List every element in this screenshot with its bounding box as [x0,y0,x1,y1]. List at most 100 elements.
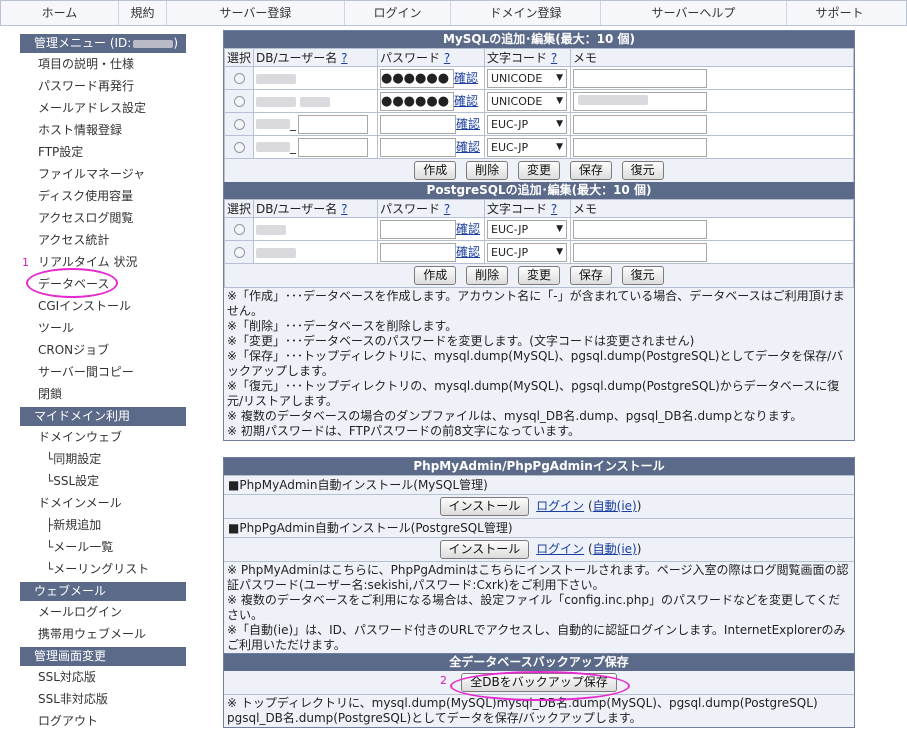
help-db-user[interactable]: ? [341,51,347,65]
row-radio[interactable] [233,96,245,107]
confirm-link[interactable]: 確認 [454,94,478,108]
charset-select[interactable]: UNICODE ▼ [487,91,567,111]
sidebar-item-ssl-version[interactable]: SSL対応版 [20,666,186,688]
charset-select[interactable]: EUC-JP ▼ [487,114,567,134]
help-password[interactable]: ? [444,202,450,216]
sidebar-item-domain-mail[interactable]: ドメインメール [20,492,186,514]
sidebar-item-close[interactable]: 閉鎖 [20,383,186,405]
memo-input[interactable] [573,219,707,239]
password-input[interactable] [380,219,456,239]
memo-input[interactable] [573,242,707,262]
charset-select[interactable]: EUC-JP ▼ [487,219,567,239]
sidebar-item-mobile-webmail[interactable]: 携帯用ウェブメール [20,623,186,645]
note: ※「変更」･･･データベースのパスワードを変更します。(文字コードは変更されませ… [227,334,695,348]
phpmyadmin-install-button[interactable]: インストール [439,497,530,516]
pg-save-button[interactable]: 保存 [569,266,612,285]
phpmyadmin-login-link[interactable]: ログイン [536,499,584,513]
confirm-link[interactable]: 確認 [456,117,480,131]
password-input[interactable] [380,137,456,157]
sidebar-item-domain-web[interactable]: ドメインウェブ [20,426,186,448]
nav-login[interactable]: ログイン [345,1,451,25]
postgres-title: PostgreSQLの追加･編集(最大：10 個) [224,182,854,199]
mysql-save-button[interactable]: 保存 [569,161,612,180]
memo-input[interactable] [573,68,707,88]
sidebar-item-logout[interactable]: ログアウト [20,710,186,732]
sidebar-item-nonssl-version[interactable]: SSL非対応版 [20,688,186,710]
sidebar-item-access-stats[interactable]: アクセス統計 [20,229,186,251]
sidebar-item-password-reissue[interactable]: パスワード再発行 [20,75,186,97]
sidebar-item-new-mail[interactable]: ├新規追加 [20,514,186,536]
sidebar-item-cgi-install[interactable]: CGIインストール [20,295,186,317]
help-password[interactable]: ? [444,51,450,65]
memo-input[interactable] [573,91,707,111]
row-radio[interactable] [233,119,245,130]
col-password: パスワード ? [377,48,485,67]
sidebar-item-ssl[interactable]: └SSL設定 [20,470,186,492]
confirm-link[interactable]: 確認 [456,140,480,154]
nav-support[interactable]: サポート [787,1,892,25]
pg-restore-button[interactable]: 復元 [621,266,664,285]
sidebar-item-mail-address[interactable]: メールアドレス設定 [20,97,186,119]
mysql-change-button[interactable]: 変更 [517,161,560,180]
memo-input[interactable] [573,114,707,134]
password-field[interactable]: ●●●●●● [380,91,454,111]
help-db-user[interactable]: ? [341,202,347,216]
chevron-down-icon: ▼ [556,141,563,152]
row-radio[interactable] [233,142,245,153]
table-row: _ 確認 EUC-JP ▼ [224,135,854,159]
confirm-link[interactable]: 確認 [456,222,480,236]
memo-input[interactable] [573,137,707,157]
help-charset[interactable]: ? [551,202,557,216]
row-radio[interactable] [233,73,245,84]
charset-select[interactable]: EUC-JP ▼ [487,137,567,157]
nav-domain-register[interactable]: ドメイン登録 [451,1,601,25]
sidebar-item-access-log[interactable]: アクセスログ閲覧 [20,207,186,229]
sidebar-item-tools[interactable]: ツール [20,317,186,339]
phpmyadmin-actions: インストール ログイン (自動(ie)) [224,494,854,518]
chevron-down-icon: ▼ [556,95,563,106]
pg-change-button[interactable]: 変更 [517,266,560,285]
phppgadmin-install-button[interactable]: インストール [439,540,530,559]
mysql-delete-button[interactable]: 削除 [466,161,509,180]
sidebar-item-cron[interactable]: CRONジョブ [20,339,186,361]
password-input[interactable] [380,242,456,262]
phppgadmin-subhead: ■PhpPgAdmin自動インストール(PostgreSQL管理) [224,518,854,537]
mysql-header-row: 選択 DB/ユーザー名 ? パスワード ? 文字コード ? メモ [224,48,854,67]
nav-terms[interactable]: 規約 [119,1,167,25]
confirm-link[interactable]: 確認 [454,71,478,85]
sidebar-item-disk-usage[interactable]: ディスク使用容量 [20,185,186,207]
phpmyadmin-subhead: ■PhpMyAdmin自動インストール(MySQL管理) [224,475,854,494]
sidebar-item-mailing-list[interactable]: └メーリングリスト [20,558,186,580]
mysql-create-button[interactable]: 作成 [414,161,457,180]
database-panel: MySQLの追加･編集(最大：10 個) 選択 DB/ユーザー名 ? パスワード… [223,30,855,441]
db-name-input[interactable] [298,114,368,134]
charset-select[interactable]: EUC-JP ▼ [487,242,567,262]
password-input[interactable] [380,114,456,134]
row-radio[interactable] [233,224,245,235]
confirm-link[interactable]: 確認 [456,245,480,259]
phpmyadmin-auto-link[interactable]: 自動(ie) [593,499,637,513]
sidebar-item-sync[interactable]: └同期設定 [20,448,186,470]
pg-delete-button[interactable]: 削除 [466,266,509,285]
nav-server-register[interactable]: サーバー登録 [167,1,345,25]
sidebar-item-mail-login[interactable]: メールログイン [20,601,186,623]
mysql-restore-button[interactable]: 復元 [621,161,664,180]
row-radio[interactable] [233,247,245,258]
sidebar-item-file-manager[interactable]: ファイルマネージャ [20,163,186,185]
charset-select[interactable]: UNICODE ▼ [487,68,567,88]
pg-create-button[interactable]: 作成 [414,266,457,285]
db-name-input[interactable] [298,137,368,157]
phppgadmin-login-link[interactable]: ログイン [536,542,584,556]
nav-server-help[interactable]: サーバーヘルプ [601,1,787,25]
sidebar-item-mail-list[interactable]: └メール一覧 [20,536,186,558]
chevron-down-icon: ▼ [556,72,563,83]
postgres-table: 選択 DB/ユーザー名 ? パスワード ? 文字コード ? メモ 確認 EUC-… [224,199,854,264]
sidebar-item-ftp[interactable]: FTP設定 [20,141,186,163]
sidebar-item-server-copy[interactable]: サーバー間コピー [20,361,186,383]
sidebar-item-host-info[interactable]: ホスト情報登録 [20,119,186,141]
help-charset[interactable]: ? [551,51,557,65]
sidebar-item-spec[interactable]: 項目の説明・仕様 [20,53,186,75]
password-field[interactable]: ●●●●●● [380,68,454,88]
nav-home[interactable]: ホーム [1,1,119,25]
phppgadmin-auto-link[interactable]: 自動(ie) [593,542,637,556]
